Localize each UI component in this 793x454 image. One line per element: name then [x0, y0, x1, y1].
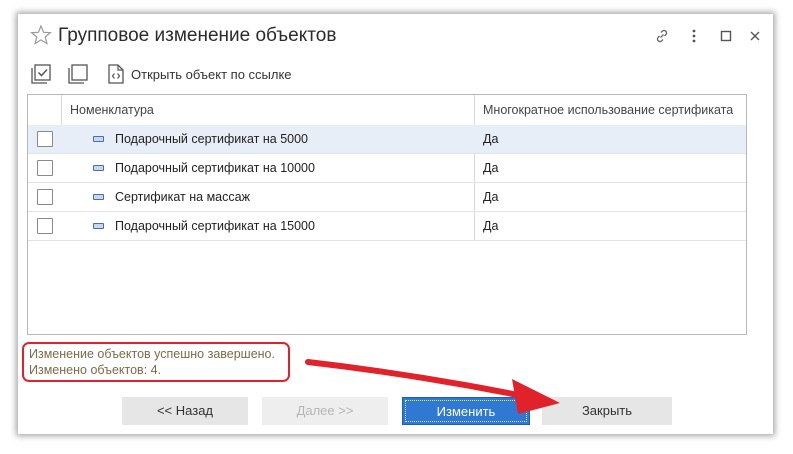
table-row[interactable]: Подарочный сертификат на 15000 Да	[28, 212, 746, 241]
reuse-cell: Да	[483, 132, 499, 146]
column-header-reuse[interactable]: Многократное использование сертификата	[483, 95, 733, 125]
link-icon[interactable]	[652, 26, 672, 46]
table-row[interactable]: Подарочный сертификат на 5000 Да	[28, 125, 746, 154]
column-header-nomenclature[interactable]: Номенклатура	[70, 95, 154, 125]
open-by-link-button[interactable]: Открыть объект по ссылке	[107, 62, 292, 86]
close-icon[interactable]	[745, 26, 765, 46]
table-row[interactable]: Сертификат на массаж Да	[28, 183, 746, 212]
catalog-item-icon	[93, 136, 104, 142]
uncheck-all-button[interactable]	[67, 62, 89, 86]
title-bar: Групповое изменение объектов	[18, 14, 773, 60]
nomenclature-cell: Подарочный сертификат на 15000	[115, 219, 315, 233]
nomenclature-cell: Подарочный сертификат на 5000	[115, 132, 308, 146]
status-count-text: Изменено объектов: 4.	[29, 363, 162, 377]
catalog-item-icon	[93, 223, 104, 229]
change-button[interactable]: Изменить	[402, 397, 530, 425]
next-button[interactable]: Далее >>	[262, 397, 388, 425]
nomenclature-cell: Подарочный сертификат на 10000	[115, 161, 315, 175]
catalog-item-icon	[93, 194, 104, 200]
table-header: Номенклатура Многократное использование …	[28, 95, 746, 126]
uncheck-all-icon	[68, 64, 88, 84]
reuse-cell: Да	[483, 219, 499, 233]
table-row[interactable]: Подарочный сертификат на 10000 Да	[28, 154, 746, 183]
row-checkbox[interactable]	[37, 189, 53, 205]
more-icon[interactable]	[684, 26, 704, 46]
close-button[interactable]: Закрыть	[542, 397, 672, 425]
catalog-item-icon	[93, 165, 104, 171]
status-success-text: Изменение объектов успешно завершено.	[29, 347, 275, 361]
reuse-cell: Да	[483, 190, 499, 204]
check-all-icon	[31, 64, 51, 84]
group-change-window: Групповое изменение объектов Открыть объ…	[18, 14, 773, 434]
reuse-cell: Да	[483, 161, 499, 175]
toolbar: Открыть объект по ссылке	[18, 60, 773, 90]
nomenclature-cell: Сертификат на массаж	[115, 190, 250, 204]
row-checkbox[interactable]	[37, 160, 53, 176]
window-title: Групповое изменение объектов	[58, 25, 337, 46]
status-message-highlight: Изменение объектов успешно завершено. Из…	[22, 342, 290, 382]
back-button[interactable]: << Назад	[122, 397, 248, 425]
focus-ring	[405, 400, 527, 422]
column-divider	[61, 95, 62, 125]
open-by-link-label: Открыть объект по ссылке	[131, 66, 292, 82]
row-checkbox[interactable]	[37, 218, 53, 234]
open-link-icon	[108, 64, 124, 84]
star-icon[interactable]	[30, 24, 52, 46]
objects-table: Номенклатура Многократное использование …	[27, 94, 747, 335]
maximize-icon[interactable]	[716, 26, 736, 46]
row-checkbox[interactable]	[37, 131, 53, 147]
check-all-button[interactable]	[30, 62, 52, 86]
